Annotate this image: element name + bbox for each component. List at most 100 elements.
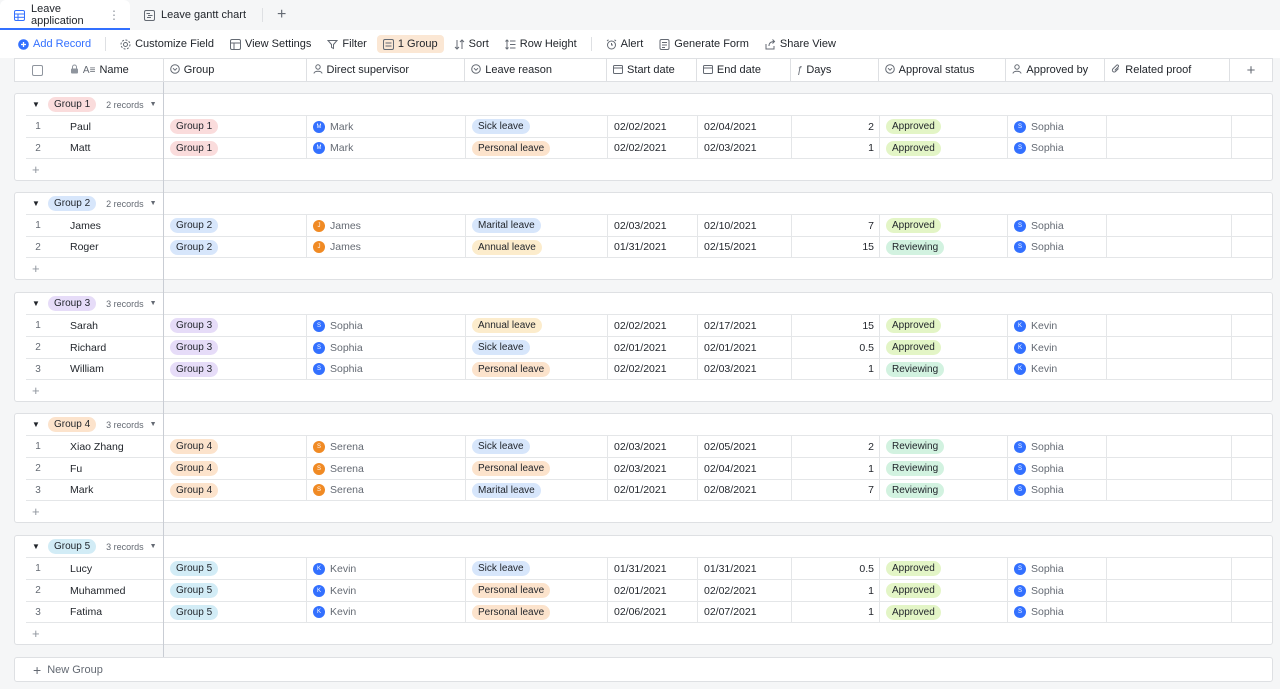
- group-header[interactable]: ▼ Group 1 2 records ▼: [15, 94, 1272, 115]
- approval-status-cell[interactable]: Approved: [880, 337, 1008, 358]
- supervisor-cell[interactable]: S Sophia: [307, 359, 466, 379]
- group-menu-caret-icon[interactable]: ▼: [150, 200, 157, 207]
- approval-status-cell[interactable]: Approved: [880, 558, 1008, 579]
- end-date-cell[interactable]: 02/08/2021: [698, 480, 792, 500]
- start-date-cell[interactable]: 02/03/2021: [608, 458, 698, 479]
- approved-by-cell[interactable]: S Sophia: [1008, 602, 1107, 622]
- start-date-cell[interactable]: 02/02/2021: [608, 116, 698, 137]
- leave-reason-cell[interactable]: Personal leave: [466, 602, 608, 622]
- approved-by-cell[interactable]: K Kevin: [1008, 315, 1107, 336]
- days-cell[interactable]: 1: [792, 138, 880, 158]
- approval-status-cell[interactable]: Approved: [880, 215, 1008, 236]
- related-proof-cell[interactable]: [1107, 359, 1232, 379]
- add-record-button[interactable]: Add Record: [12, 35, 97, 53]
- column-header-approval-status[interactable]: Approval status: [879, 59, 1007, 81]
- supervisor-cell[interactable]: J James: [307, 215, 466, 236]
- approved-by-cell[interactable]: S Sophia: [1008, 558, 1107, 579]
- days-cell[interactable]: 15: [792, 237, 880, 257]
- group-cell[interactable]: Group 4: [164, 480, 307, 500]
- start-date-cell[interactable]: 02/01/2021: [608, 580, 698, 601]
- group-button[interactable]: 1 Group: [376, 35, 444, 53]
- group-cell[interactable]: Group 5: [164, 558, 307, 579]
- approval-status-cell[interactable]: Approved: [880, 602, 1008, 622]
- table-row[interactable]: 3 William Group 3 S Sophia Personal leave…: [26, 358, 1272, 380]
- approval-status-cell[interactable]: Reviewing: [880, 237, 1008, 257]
- sort-button[interactable]: Sort: [448, 35, 495, 53]
- table-row[interactable]: 1 Paul Group 1 M Mark Sick leave 02/02/20…: [26, 115, 1272, 137]
- add-field-icon[interactable]: +: [1230, 59, 1272, 81]
- approval-status-cell[interactable]: Approved: [880, 138, 1008, 158]
- approval-status-cell[interactable]: Reviewing: [880, 458, 1008, 479]
- end-date-cell[interactable]: 02/10/2021: [698, 215, 792, 236]
- days-cell[interactable]: 2: [792, 436, 880, 457]
- filter-button[interactable]: Filter: [321, 35, 372, 53]
- start-date-cell[interactable]: 02/06/2021: [608, 602, 698, 622]
- supervisor-cell[interactable]: K Kevin: [307, 602, 466, 622]
- end-date-cell[interactable]: 02/02/2021: [698, 580, 792, 601]
- group-header[interactable]: ▼ Group 2 2 records ▼: [15, 193, 1272, 214]
- table-row[interactable]: 1 Lucy Group 5 K Kevin Sick leave 01/31/2…: [26, 557, 1272, 579]
- end-date-cell[interactable]: 02/04/2021: [698, 458, 792, 479]
- generate-form-button[interactable]: Generate Form: [653, 35, 755, 53]
- add-row-button[interactable]: +: [15, 380, 1272, 401]
- add-row-button[interactable]: +: [15, 501, 1272, 522]
- collapse-caret-icon[interactable]: ▼: [32, 100, 42, 109]
- related-proof-cell[interactable]: [1107, 337, 1232, 358]
- table-row[interactable]: 2 Roger Group 2 J James Annual leave 01/3…: [26, 236, 1272, 258]
- start-date-cell[interactable]: 01/31/2021: [608, 237, 698, 257]
- tab-leave-gantt-chart[interactable]: Leave gantt chart: [130, 0, 256, 30]
- supervisor-cell[interactable]: S Serena: [307, 436, 466, 457]
- collapse-caret-icon[interactable]: ▼: [32, 299, 42, 308]
- approved-by-cell[interactable]: S Sophia: [1008, 458, 1107, 479]
- related-proof-cell[interactable]: [1107, 480, 1232, 500]
- start-date-cell[interactable]: 02/01/2021: [608, 337, 698, 358]
- group-cell[interactable]: Group 2: [164, 237, 307, 257]
- group-menu-caret-icon[interactable]: ▼: [150, 543, 157, 550]
- related-proof-cell[interactable]: [1107, 602, 1232, 622]
- group-cell[interactable]: Group 3: [164, 337, 307, 358]
- name-cell[interactable]: Richard: [50, 337, 164, 358]
- days-cell[interactable]: 1: [792, 458, 880, 479]
- related-proof-cell[interactable]: [1107, 215, 1232, 236]
- column-header-related-proof[interactable]: Related proof: [1105, 59, 1231, 81]
- supervisor-cell[interactable]: M Mark: [307, 116, 466, 137]
- alert-button[interactable]: Alert: [600, 35, 650, 53]
- table-row[interactable]: 1 Xiao Zhang Group 4 S Serena Sick leave …: [26, 435, 1272, 457]
- group-menu-caret-icon[interactable]: ▼: [150, 101, 157, 108]
- collapse-caret-icon[interactable]: ▼: [32, 542, 42, 551]
- start-date-cell[interactable]: 02/03/2021: [608, 215, 698, 236]
- name-cell[interactable]: Sarah: [50, 315, 164, 336]
- approval-status-cell[interactable]: Reviewing: [880, 359, 1008, 379]
- related-proof-cell[interactable]: [1107, 237, 1232, 257]
- approved-by-cell[interactable]: S Sophia: [1008, 480, 1107, 500]
- days-cell[interactable]: 1: [792, 602, 880, 622]
- supervisor-cell[interactable]: M Mark: [307, 138, 466, 158]
- start-date-cell[interactable]: 02/02/2021: [608, 359, 698, 379]
- leave-reason-cell[interactable]: Annual leave: [466, 237, 608, 257]
- name-cell[interactable]: Matt: [50, 138, 164, 158]
- add-row-button[interactable]: +: [15, 159, 1272, 180]
- end-date-cell[interactable]: 02/15/2021: [698, 237, 792, 257]
- column-header-leave-reason[interactable]: Leave reason: [465, 59, 608, 81]
- end-date-cell[interactable]: 02/17/2021: [698, 315, 792, 336]
- customize-field-button[interactable]: Customize Field: [114, 35, 220, 53]
- tab-leave-application[interactable]: Leave application ⋮: [0, 0, 130, 30]
- new-group-button[interactable]: + New Group: [14, 657, 1273, 682]
- related-proof-cell[interactable]: [1107, 458, 1232, 479]
- days-cell[interactable]: 15: [792, 315, 880, 336]
- approved-by-cell[interactable]: K Kevin: [1008, 359, 1107, 379]
- leave-reason-cell[interactable]: Sick leave: [466, 116, 608, 137]
- group-cell[interactable]: Group 3: [164, 315, 307, 336]
- share-view-button[interactable]: Share View: [759, 35, 842, 53]
- related-proof-cell[interactable]: [1107, 436, 1232, 457]
- start-date-cell[interactable]: 02/02/2021: [608, 315, 698, 336]
- name-cell[interactable]: Fatima: [50, 602, 164, 622]
- days-cell[interactable]: 2: [792, 116, 880, 137]
- table-row[interactable]: 2 Richard Group 3 S Sophia Sick leave 02/…: [26, 336, 1272, 358]
- add-row-button[interactable]: +: [15, 258, 1272, 279]
- approved-by-cell[interactable]: S Sophia: [1008, 116, 1107, 137]
- end-date-cell[interactable]: 01/31/2021: [698, 558, 792, 579]
- end-date-cell[interactable]: 02/01/2021: [698, 337, 792, 358]
- table-row[interactable]: 2 Matt Group 1 M Mark Personal leave 02/0…: [26, 137, 1272, 159]
- end-date-cell[interactable]: 02/03/2021: [698, 359, 792, 379]
